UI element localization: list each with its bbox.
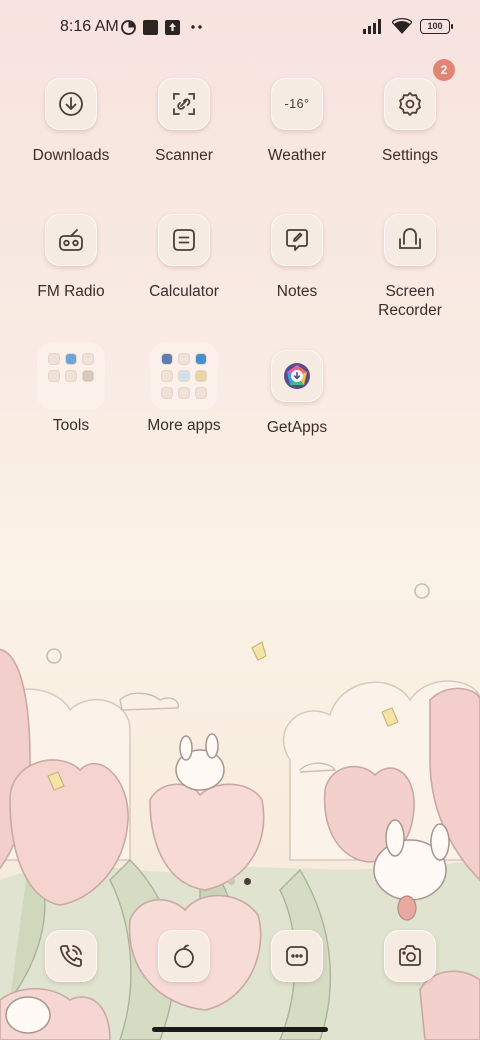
- app-label: Settings: [381, 147, 438, 164]
- app-label: Scanner: [155, 147, 213, 164]
- app-notes[interactable]: Notes: [242, 214, 352, 301]
- mini-app-icon: [178, 370, 189, 381]
- page-indicator[interactable]: [228, 878, 251, 885]
- app-label: GetApps: [266, 419, 328, 436]
- app-settings[interactable]: 2 Settings: [355, 59, 465, 165]
- app-label: Notes: [276, 283, 318, 300]
- radio-icon[interactable]: [45, 214, 97, 266]
- app-scanner[interactable]: Scanner: [129, 78, 239, 165]
- app-label: More apps: [147, 417, 221, 434]
- folder-icon[interactable]: [150, 342, 218, 410]
- mini-app-icon: [196, 353, 207, 364]
- mini-app-icon: [65, 353, 76, 364]
- folder-tools[interactable]: Tools: [16, 342, 126, 435]
- upload-icon: [165, 20, 180, 35]
- app-getapps[interactable]: GetApps: [242, 350, 352, 437]
- page-dot-active[interactable]: [244, 878, 251, 885]
- app-downloads[interactable]: Downloads: [16, 78, 126, 165]
- getapps-icon[interactable]: [271, 350, 323, 402]
- more-dots-icon: [191, 25, 202, 29]
- status-bar: 8:16 AM 100: [0, 0, 480, 56]
- app-weather[interactable]: -16° Weather: [242, 78, 352, 165]
- battery-icon: 100: [420, 18, 453, 34]
- notification-badge: 2: [433, 59, 455, 81]
- app-label: FM Radio: [37, 283, 105, 300]
- messages-icon[interactable]: [271, 930, 323, 982]
- mini-app-icon: [178, 353, 189, 364]
- app-label: Weather: [267, 147, 327, 164]
- scan-icon[interactable]: [158, 78, 210, 130]
- weather-temp: -16°: [284, 97, 310, 111]
- screen-recorder-icon[interactable]: [384, 214, 436, 266]
- app-label: Screen Recorder: [378, 283, 442, 319]
- app-fm-radio[interactable]: FM Radio: [16, 214, 126, 301]
- camera-icon[interactable]: [384, 930, 436, 982]
- app-screen-recorder[interactable]: Screen Recorder: [355, 214, 465, 320]
- mini-app-icon: [161, 370, 172, 381]
- app-label: Downloads: [32, 147, 110, 164]
- folder-icon[interactable]: [37, 342, 105, 410]
- calculator-icon[interactable]: [158, 214, 210, 266]
- mini-app-icon: [83, 370, 94, 381]
- mini-app-icon: [161, 353, 172, 364]
- folder-more-apps[interactable]: More apps: [129, 342, 239, 435]
- wifi-icon: [392, 18, 412, 34]
- gear-icon[interactable]: 2: [384, 59, 455, 130]
- app-label: Calculator: [149, 283, 219, 300]
- mini-app-icon: [48, 353, 59, 364]
- page-dot[interactable]: [228, 878, 235, 885]
- mini-app-icon: [196, 370, 207, 381]
- app-label: Tools: [52, 417, 90, 434]
- status-time: 8:16 AM: [60, 18, 119, 35]
- mini-app-icon: [48, 370, 59, 381]
- app-calculator[interactable]: Calculator: [129, 214, 239, 301]
- battery-level: 100: [427, 21, 443, 31]
- phone-icon[interactable]: [45, 930, 97, 982]
- browser-icon[interactable]: [158, 930, 210, 982]
- mini-app-icon: [196, 388, 207, 399]
- notes-icon[interactable]: [271, 214, 323, 266]
- data-saver-icon: [121, 20, 136, 35]
- signal-icon: [363, 19, 381, 34]
- mini-app-icon: [178, 388, 189, 399]
- mini-app-icon: [161, 388, 172, 399]
- weather-icon[interactable]: -16°: [271, 78, 323, 130]
- square-notification-icon: [143, 20, 158, 35]
- mini-app-icon: [83, 353, 94, 364]
- download-icon[interactable]: [45, 78, 97, 130]
- home-gesture-bar[interactable]: [152, 1027, 328, 1032]
- mini-app-icon: [65, 370, 76, 381]
